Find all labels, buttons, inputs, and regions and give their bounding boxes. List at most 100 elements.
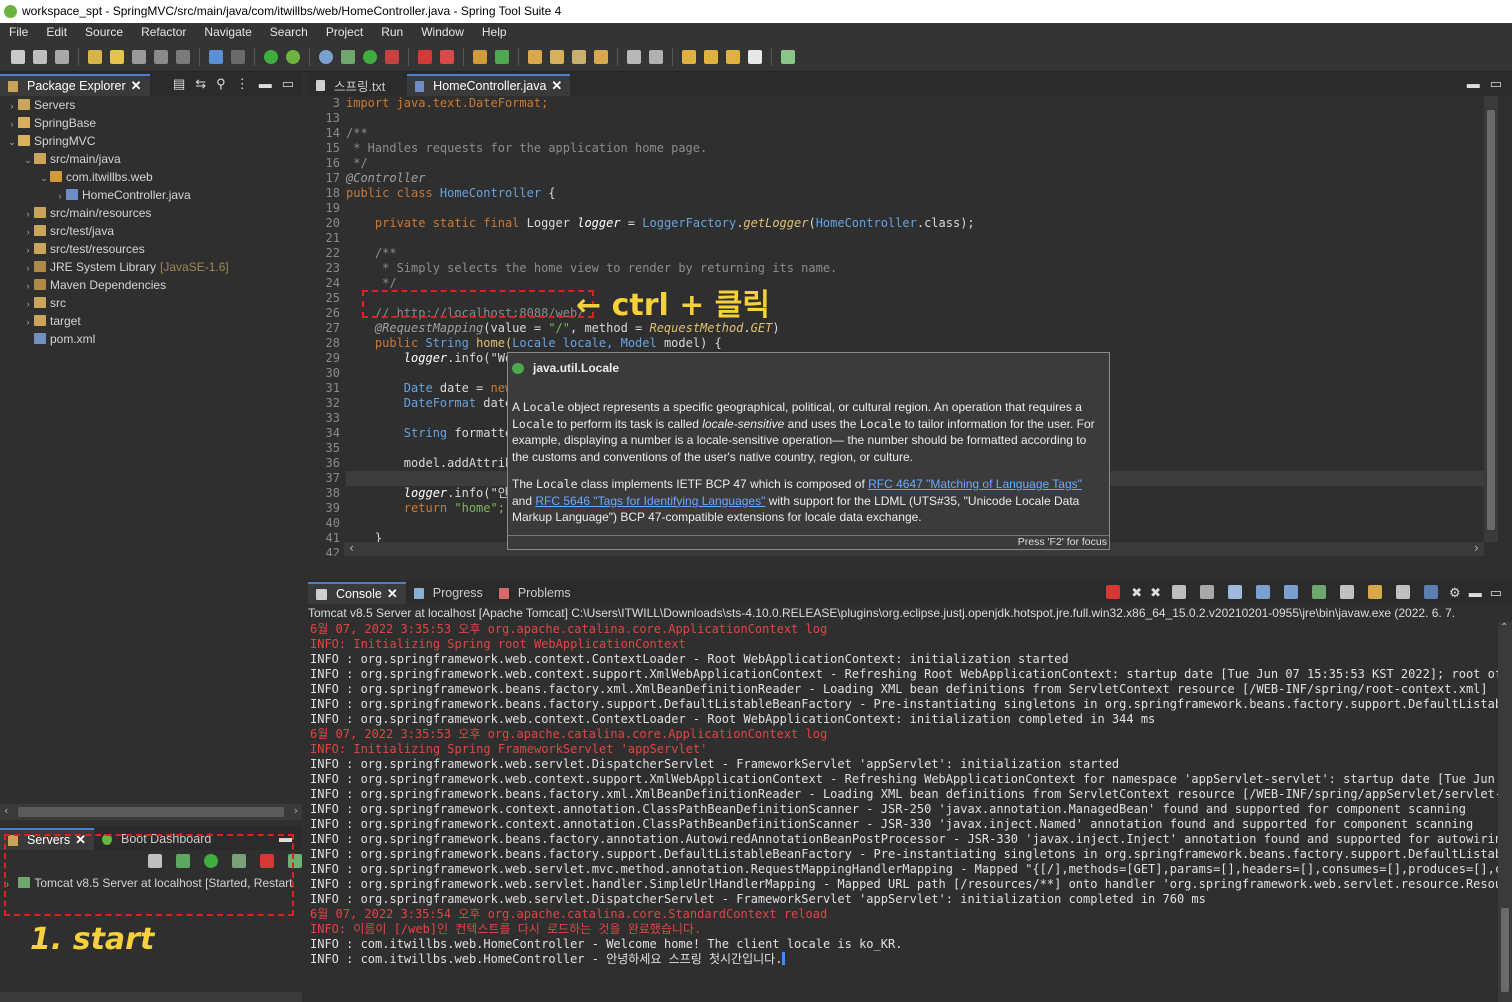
- maximize-icon[interactable]: ▭: [282, 76, 294, 92]
- chevron-down-icon[interactable]: ⌄: [22, 151, 34, 169]
- menu-edit[interactable]: Edit: [37, 23, 76, 42]
- open-console-icon[interactable]: [1368, 585, 1383, 599]
- run-icon[interactable]: [363, 49, 377, 64]
- console-vscroll[interactable]: ⌃: [1498, 622, 1512, 1002]
- tree-item[interactable]: › src: [0, 294, 302, 312]
- menu-project[interactable]: Project: [317, 23, 372, 42]
- close-icon[interactable]: ✕: [387, 586, 398, 602]
- highlight-icon[interactable]: [110, 49, 124, 64]
- tab-package-explorer[interactable]: Package Explorer ✕: [0, 74, 150, 96]
- filter-icon[interactable]: ⚲: [216, 76, 226, 92]
- rfc5646-link[interactable]: RFC 5646 "Tags for Identifying Languages…: [535, 494, 765, 508]
- menu-help[interactable]: Help: [473, 23, 516, 42]
- editor-vscroll[interactable]: [1484, 96, 1498, 542]
- chevron-right-icon[interactable]: ›: [22, 277, 34, 295]
- chevron-right-icon[interactable]: ›: [22, 223, 34, 241]
- tree-item[interactable]: › target: [0, 312, 302, 330]
- menu-search[interactable]: Search: [261, 23, 317, 42]
- new-class-icon[interactable]: [495, 49, 509, 64]
- terminal-icon[interactable]: [209, 49, 223, 64]
- chevron-right-icon[interactable]: ›: [22, 313, 34, 331]
- debug-icon[interactable]: [341, 49, 355, 64]
- next-annotation-icon[interactable]: [627, 49, 641, 64]
- open-folder-icon[interactable]: [528, 49, 542, 64]
- forward-icon[interactable]: [748, 49, 762, 64]
- tab-problems[interactable]: Problems: [491, 582, 579, 604]
- globe-icon[interactable]: [319, 49, 333, 64]
- scroll-lock-icon[interactable]: [1200, 585, 1215, 599]
- close-icon[interactable]: ✕: [551, 78, 562, 94]
- scroll-right-icon[interactable]: ›: [294, 804, 298, 817]
- show-stdout-icon[interactable]: [1256, 585, 1271, 599]
- gear-icon[interactable]: ⚙: [1449, 585, 1461, 601]
- search-folder-icon[interactable]: [594, 49, 608, 64]
- menu-source[interactable]: Source: [76, 23, 132, 42]
- servers-hscroll[interactable]: [0, 992, 302, 1002]
- chevron-right-icon[interactable]: ›: [22, 295, 34, 313]
- tab-homecontroller[interactable]: HomeController.java ✕: [407, 74, 571, 96]
- brush-icon[interactable]: [572, 49, 586, 64]
- tree-item[interactable]: › HomeController.java: [0, 186, 302, 204]
- clear-console-icon[interactable]: [1172, 585, 1187, 599]
- block-select-icon[interactable]: [154, 49, 168, 64]
- menu-file[interactable]: File: [0, 23, 37, 42]
- spring-icon[interactable]: [286, 49, 300, 64]
- whitespace-icon[interactable]: [176, 49, 190, 64]
- perspective-icon[interactable]: [781, 49, 795, 64]
- prev-annotation-icon[interactable]: [649, 49, 663, 64]
- console-output[interactable]: 6월 07, 2022 3:35:53 오후 org.apache.catali…: [308, 622, 1498, 997]
- pin-console-icon[interactable]: [1312, 585, 1327, 599]
- chevron-right-icon[interactable]: ›: [6, 97, 18, 115]
- scroll-left-icon[interactable]: ‹: [4, 804, 8, 817]
- tree-item[interactable]: › src/main/resources: [0, 204, 302, 222]
- copy-icon[interactable]: [1396, 585, 1411, 599]
- external-tools-icon[interactable]: [385, 49, 399, 64]
- back-icon[interactable]: [726, 49, 740, 64]
- tree-item[interactable]: › SpringBase: [0, 114, 302, 132]
- tree-item[interactable]: pom.xml: [0, 330, 302, 348]
- collapse-all-icon[interactable]: ▤: [173, 76, 185, 92]
- show-stderr-icon[interactable]: [1284, 585, 1299, 599]
- tree-item[interactable]: ⌄ src/main/java: [0, 150, 302, 168]
- remove-launch-icon[interactable]: ✖: [1131, 585, 1142, 601]
- save-icon[interactable]: [33, 49, 47, 64]
- toggle-mark-icon[interactable]: [132, 49, 146, 64]
- tab-console[interactable]: Console ✕: [308, 582, 406, 604]
- chevron-right-icon[interactable]: ›: [22, 205, 34, 223]
- menu-navigate[interactable]: Navigate: [195, 23, 260, 42]
- display-console-icon[interactable]: [1340, 585, 1355, 599]
- chevron-down-icon[interactable]: ⌄: [6, 133, 18, 151]
- remove-all-icon[interactable]: ✖: [1150, 585, 1161, 601]
- open-type-icon[interactable]: [88, 49, 102, 64]
- chevron-right-icon[interactable]: ›: [54, 187, 66, 205]
- tree-item[interactable]: › Servers: [0, 96, 302, 114]
- chevron-right-icon[interactable]: ›: [6, 115, 18, 133]
- tab-progress[interactable]: Progress: [406, 582, 491, 604]
- rfc4647-link[interactable]: RFC 4647 "Matching of Language Tags": [868, 477, 1082, 491]
- open-task-icon[interactable]: [550, 49, 564, 64]
- save-all-icon[interactable]: [55, 49, 69, 64]
- boot-start-icon[interactable]: [264, 49, 278, 64]
- javadoc-hover[interactable]: java.util.Locale A Locale object represe…: [507, 352, 1110, 550]
- skip-breakpoints-icon[interactable]: [231, 49, 245, 64]
- link-editor-icon[interactable]: ⇆: [195, 76, 206, 92]
- package-explorer-hscroll[interactable]: ‹ ›: [0, 804, 302, 820]
- chevron-down-icon[interactable]: ⌄: [38, 169, 50, 187]
- disconnect-icon[interactable]: [440, 49, 454, 64]
- menu-run[interactable]: Run: [372, 23, 412, 42]
- new-icon[interactable]: [11, 49, 25, 64]
- scroll-left-icon[interactable]: ‹: [348, 541, 355, 555]
- word-wrap-icon[interactable]: [1228, 585, 1243, 599]
- minimize-icon[interactable]: ▬: [1467, 76, 1480, 92]
- menu-window[interactable]: Window: [412, 23, 473, 42]
- scroll-thumb[interactable]: [1487, 110, 1495, 530]
- tree-item[interactable]: ⌄ com.itwillbs.web: [0, 168, 302, 186]
- tab-spring-txt[interactable]: 스프링.txt: [308, 74, 393, 96]
- terminate-icon[interactable]: [1106, 585, 1121, 599]
- ansi-icon[interactable]: [1424, 585, 1439, 599]
- maximize-icon[interactable]: ▭: [1490, 76, 1502, 92]
- minimize-icon[interactable]: ▬: [259, 76, 272, 92]
- chevron-right-icon[interactable]: ›: [22, 241, 34, 259]
- scroll-up-icon[interactable]: ⌃: [1500, 622, 1508, 633]
- scroll-thumb[interactable]: [18, 807, 284, 817]
